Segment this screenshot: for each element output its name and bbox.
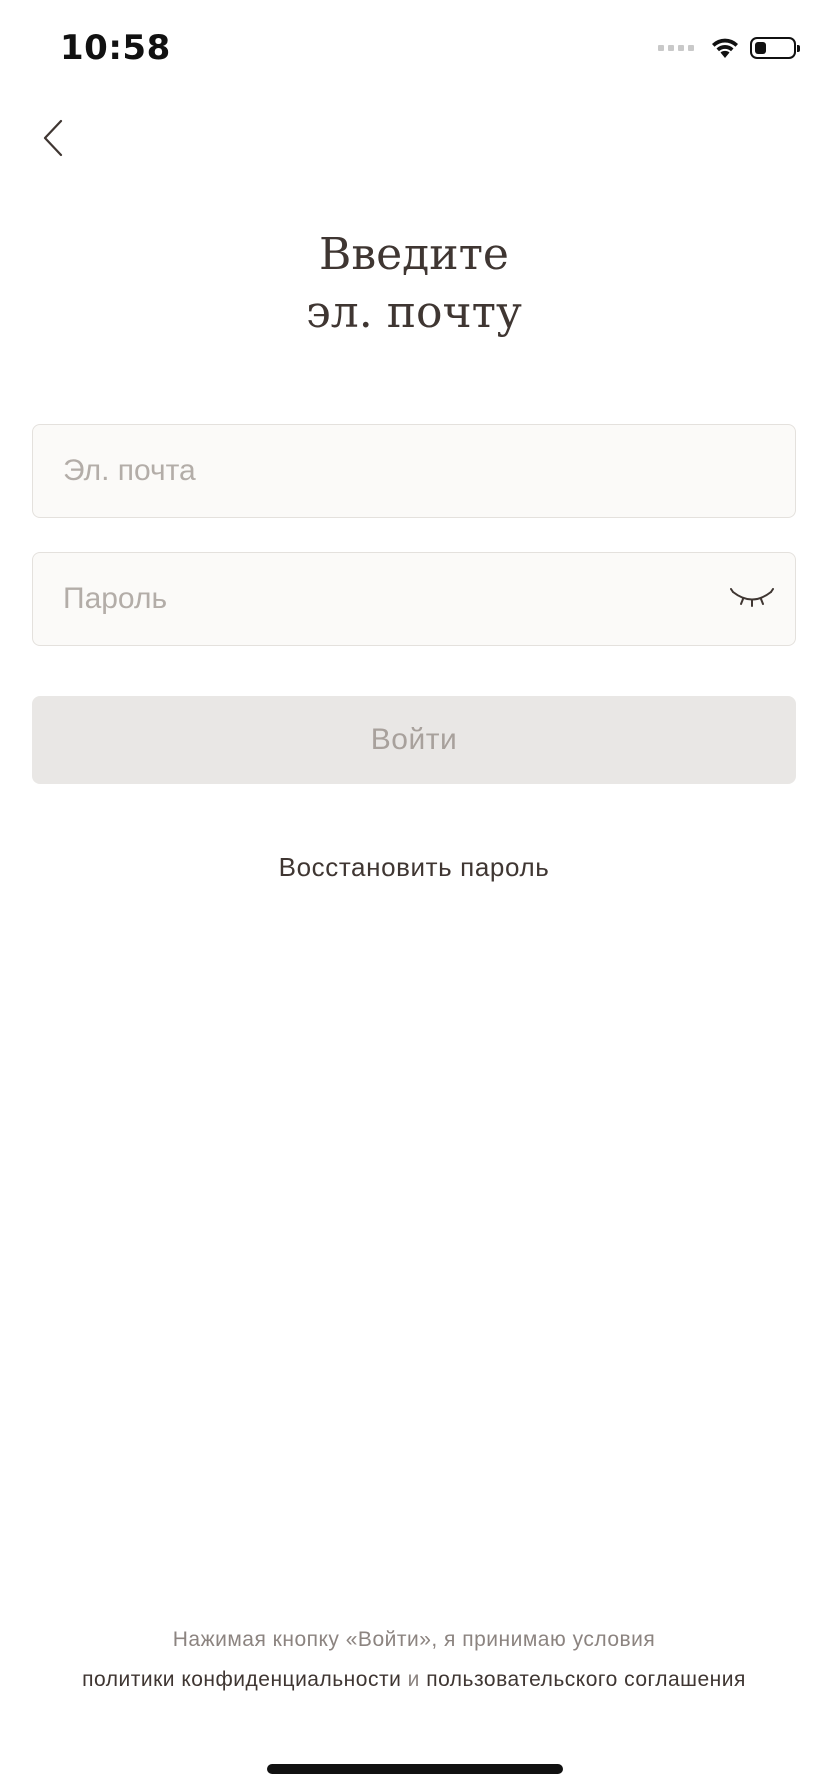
login-button[interactable]: Войти <box>32 696 796 784</box>
eye-closed-icon <box>730 588 774 607</box>
password-input[interactable] <box>63 553 703 645</box>
restore-password-row: Восстановить пароль <box>0 852 828 883</box>
status-time: 10:58 <box>60 28 171 68</box>
chevron-left-icon <box>43 119 63 157</box>
home-indicator <box>267 1764 563 1774</box>
password-visibility-toggle[interactable] <box>729 579 775 619</box>
status-icons <box>658 36 800 60</box>
wifi-icon <box>712 38 738 58</box>
terms-line2: политики конфиденциальности и пользовате… <box>0 1660 828 1700</box>
page-title: Введите эл. почту <box>306 229 522 338</box>
battery-icon <box>750 37 800 59</box>
battery-fill <box>755 42 766 54</box>
terms-notice: Нажимая кнопку «Войти», я принимаю услов… <box>0 1620 828 1700</box>
email-input[interactable] <box>63 425 703 517</box>
terms-conjunction: и <box>401 1668 427 1691</box>
user-agreement-link[interactable]: пользовательского соглашения <box>426 1668 746 1691</box>
terms-line1: Нажимая кнопку «Войти», я принимаю услов… <box>172 1628 656 1651</box>
privacy-policy-link[interactable]: политики конфиденциальности <box>82 1668 401 1691</box>
restore-password-link[interactable]: Восстановить пароль <box>279 852 550 882</box>
back-button[interactable] <box>28 110 78 166</box>
signal-icon <box>658 45 694 51</box>
status-bar: 10:58 <box>0 0 828 100</box>
email-field[interactable] <box>32 424 796 518</box>
password-field[interactable] <box>32 552 796 646</box>
